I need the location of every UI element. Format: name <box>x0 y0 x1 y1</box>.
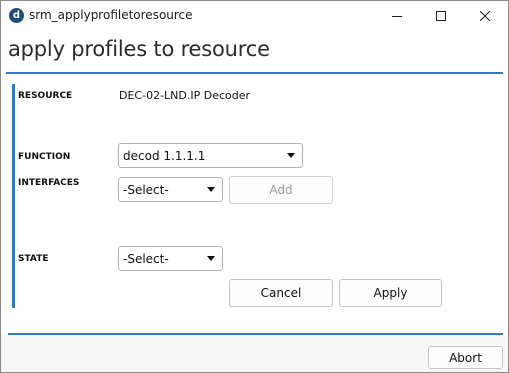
state-select-value: -Select- <box>123 251 169 266</box>
close-icon <box>480 11 490 21</box>
form-accent-bar <box>12 84 15 308</box>
function-label: FUNCTION <box>18 152 71 162</box>
close-button[interactable] <box>463 1 507 31</box>
state-label: STATE <box>18 254 49 264</box>
app-logo-icon: d <box>9 8 24 23</box>
chevron-down-icon <box>287 153 295 158</box>
function-select-value: decod 1.1.1.1 <box>123 148 206 163</box>
title-bar: d srm_applyprofiletoresource <box>1 1 508 31</box>
cancel-button[interactable]: Cancel <box>229 279 333 307</box>
minimize-icon <box>392 16 402 17</box>
page-title: apply profiles to resource <box>8 37 270 61</box>
resource-value: DEC-02-LND.IP Decoder <box>119 89 251 102</box>
add-interface-button[interactable]: Add <box>229 176 333 204</box>
chevron-down-icon <box>207 187 215 192</box>
maximize-button[interactable] <box>419 1 463 31</box>
apply-button[interactable]: Apply <box>339 279 442 307</box>
footer: Abort <box>1 335 508 372</box>
dialog-window: d srm_applyprofiletoresource apply profi… <box>0 0 509 373</box>
interfaces-select-value: -Select- <box>123 182 169 197</box>
interfaces-label: INTERFACES <box>18 178 80 188</box>
maximize-icon <box>436 11 446 21</box>
title-divider <box>6 72 503 74</box>
window-title: srm_applyprofiletoresource <box>29 8 193 22</box>
state-select[interactable]: -Select- <box>118 246 223 271</box>
interfaces-select[interactable]: -Select- <box>118 177 223 202</box>
abort-button[interactable]: Abort <box>428 346 503 369</box>
minimize-button[interactable] <box>375 1 419 31</box>
function-select[interactable]: decod 1.1.1.1 <box>118 143 303 168</box>
chevron-down-icon <box>207 256 215 261</box>
resource-label: RESOURCE <box>18 91 73 101</box>
